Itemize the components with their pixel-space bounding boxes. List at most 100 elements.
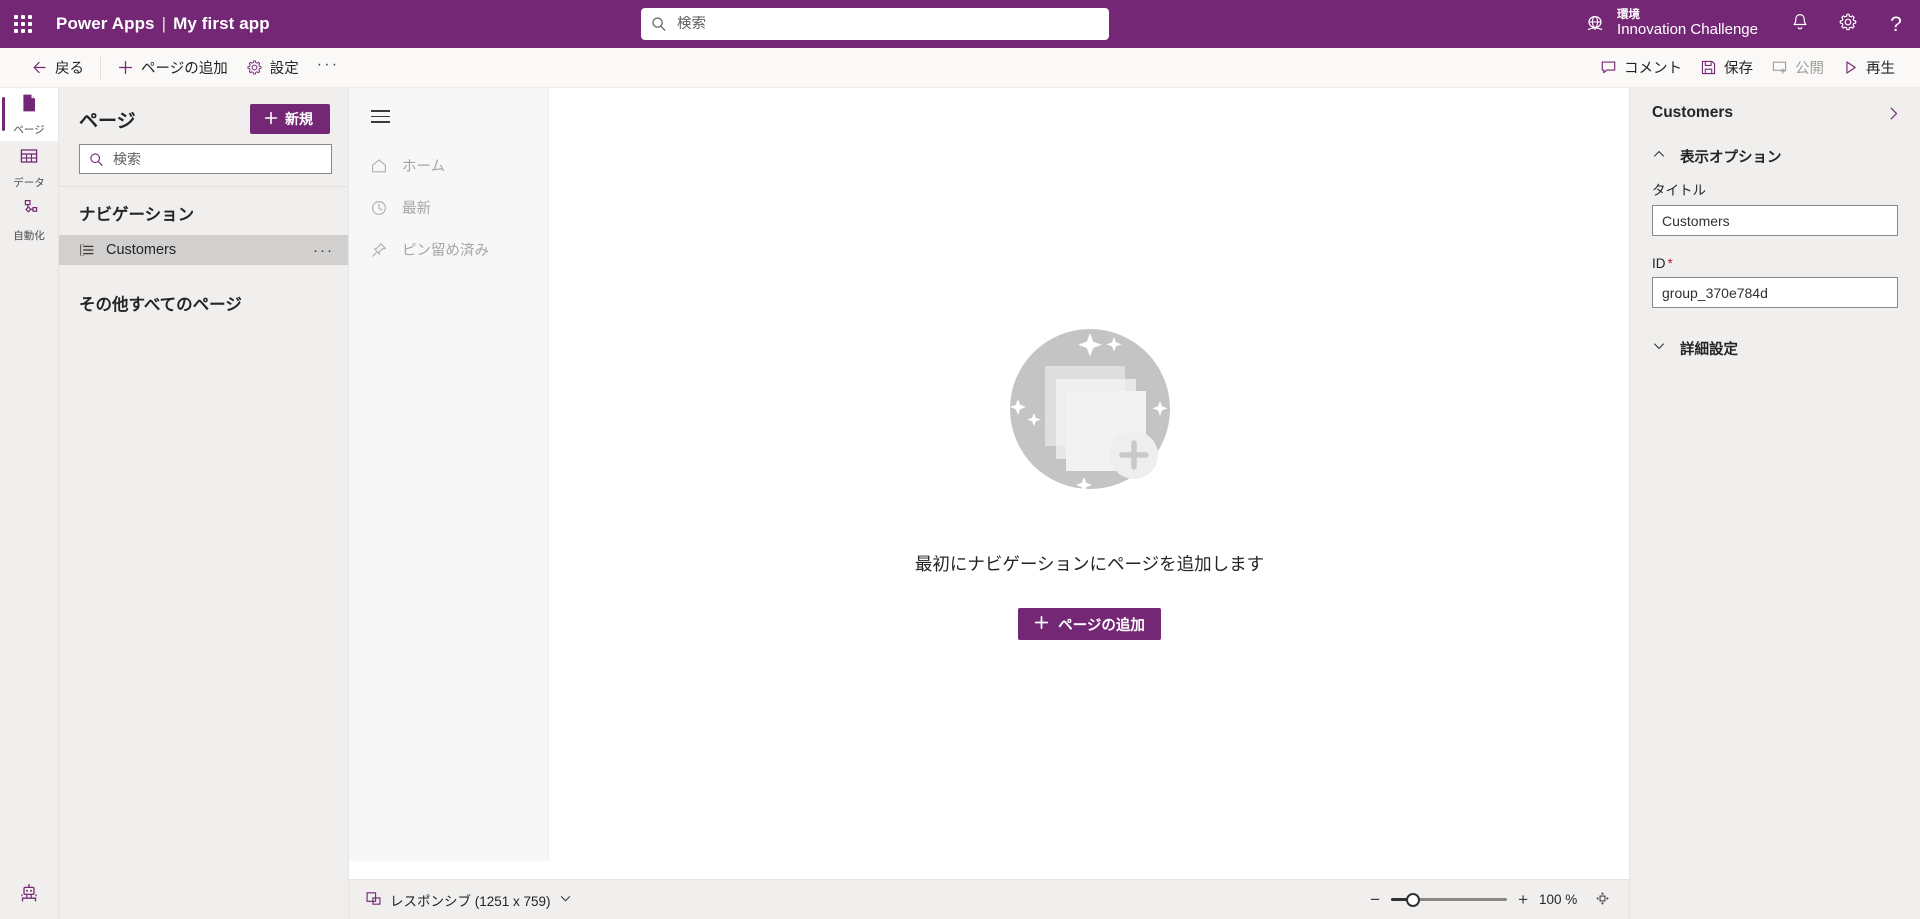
rail-item-pages[interactable]: ページ: [0, 88, 58, 141]
collapse-panel-button[interactable]: [1885, 105, 1902, 122]
screen-size-selector[interactable]: レスポンシブ (1251 x 759): [365, 890, 572, 910]
copilot-robot-icon: [17, 881, 41, 910]
pages-panel-title: ページ: [79, 110, 136, 132]
add-page-command[interactable]: ページの追加: [108, 52, 237, 84]
environment-text: 環境 Innovation Challenge: [1617, 9, 1758, 39]
new-page-button[interactable]: 新規: [250, 104, 330, 134]
plus-icon: [117, 59, 134, 76]
comment-icon: [1600, 59, 1617, 76]
back-label: 戻る: [55, 61, 84, 77]
add-page-button-label: ページの追加: [1058, 617, 1145, 634]
main-body: ページ データ 自動化 ページ 新規 検索 ナビゲーション Customers …: [0, 88, 1920, 919]
command-bar: 戻る ページの追加 設定 ··· コメント 保存 公開 再生: [0, 48, 1920, 88]
id-label-text: ID: [1652, 256, 1666, 271]
header-right-cluster: 環境 Innovation Challenge ?: [1584, 0, 1920, 48]
pin-icon: [370, 241, 388, 259]
zoom-value: 100 %: [1539, 892, 1578, 907]
canvas-host: ホーム 最新 ピン留め済み 最初にナビゲーションにページを追加します ページの追…: [349, 88, 1629, 919]
display-options-section-header[interactable]: 表示オプション: [1630, 136, 1920, 177]
environment-picker[interactable]: 環境 Innovation Challenge: [1584, 9, 1776, 39]
new-page-label: 新規: [285, 111, 313, 127]
save-label: 保存: [1724, 61, 1753, 77]
command-divider: [100, 56, 101, 79]
canvas-area: ホーム 最新 ピン留め済み 最初にナビゲーションにページを追加します ページの追…: [349, 88, 1629, 919]
properties-title: Customers: [1652, 104, 1733, 121]
home-icon: [370, 157, 388, 175]
question-mark-icon: ?: [1890, 12, 1902, 36]
global-search[interactable]: [641, 8, 1109, 40]
search-icon: [89, 152, 104, 167]
copilot-button[interactable]: [0, 871, 58, 919]
zoom-out-button[interactable]: −: [1370, 891, 1380, 908]
canvas-page-empty-state: 最初にナビゲーションにページを追加します ページの追加: [550, 88, 1629, 861]
rail-label-data: データ: [13, 177, 45, 189]
app-nav-item-recent[interactable]: 最新: [349, 187, 548, 229]
publish-icon: [1771, 59, 1788, 76]
help-button[interactable]: ?: [1872, 0, 1920, 48]
pages-search[interactable]: [79, 144, 332, 174]
rail-label-automation: 自動化: [13, 230, 45, 242]
brand-separator: |: [161, 14, 167, 33]
rail-item-data[interactable]: データ: [0, 141, 58, 194]
status-bar: レスポンシブ (1251 x 759) − + 100 %: [349, 879, 1629, 919]
app-nav-label: ピン留め済み: [402, 243, 489, 260]
zoom-slider[interactable]: [1391, 892, 1508, 908]
play-button[interactable]: 再生: [1833, 52, 1904, 84]
arrow-left-icon: [31, 59, 48, 76]
title-input[interactable]: [1652, 205, 1898, 236]
power-apps-designer: Power Apps | My first app 検索 環境 Innovati…: [0, 0, 1920, 919]
back-button[interactable]: 戻る: [22, 52, 93, 84]
settings-label: 設定: [269, 61, 299, 77]
zoom-slider-thumb[interactable]: [1406, 892, 1421, 907]
brand-title[interactable]: Power Apps | My first app: [56, 14, 270, 34]
advanced-section-header[interactable]: 詳細設定: [1630, 328, 1920, 369]
chevron-down-icon: [559, 892, 572, 908]
clock-icon: [370, 199, 388, 217]
table-icon: [18, 145, 40, 172]
id-field-group: ID *: [1630, 254, 1920, 314]
search-input[interactable]: [677, 16, 1099, 32]
title-field-label: タイトル: [1652, 183, 1706, 198]
required-asterisk: *: [1667, 256, 1673, 271]
fit-to-screen-button[interactable]: [1594, 890, 1611, 910]
nav-item-customers[interactable]: Customers ···: [59, 235, 348, 265]
properties-header: Customers: [1630, 88, 1920, 136]
comment-button[interactable]: コメント: [1591, 52, 1691, 84]
settings-command[interactable]: 設定: [237, 52, 308, 84]
pages-search-input[interactable]: [113, 151, 322, 167]
zoom-in-button[interactable]: +: [1518, 891, 1528, 908]
play-label: 再生: [1866, 61, 1895, 77]
id-field-label: ID *: [1652, 256, 1898, 271]
app-nav-item-pinned[interactable]: ピン留め済み: [349, 229, 548, 271]
settings-button[interactable]: [1824, 0, 1872, 48]
search-icon: [651, 16, 667, 32]
add-page-button[interactable]: ページの追加: [1018, 608, 1161, 640]
rail-label-pages: ページ: [13, 124, 45, 136]
page-icon: [18, 92, 40, 119]
navigation-section-title: ナビゲーション: [79, 206, 195, 224]
other-pages-title: その他すべてのページ: [79, 296, 242, 314]
chevron-up-icon: [1652, 147, 1666, 166]
environment-name: Innovation Challenge: [1617, 21, 1758, 39]
add-page-label: ページの追加: [141, 61, 228, 77]
top-brand-bar: Power Apps | My first app 検索 環境 Innovati…: [0, 0, 1920, 48]
hamburger-icon[interactable]: [349, 104, 548, 145]
rail-item-automation[interactable]: 自動化: [0, 194, 58, 247]
publish-label: 公開: [1795, 61, 1824, 77]
id-input[interactable]: [1652, 277, 1898, 308]
save-button[interactable]: 保存: [1691, 52, 1762, 84]
app-nav-item-home[interactable]: ホーム: [349, 145, 548, 187]
pages-search-wrap: [59, 144, 348, 186]
nav-item-overflow-button[interactable]: ···: [313, 243, 334, 258]
add-pages-illustration: [990, 309, 1190, 509]
app-nav-label: ホーム: [402, 159, 446, 176]
overflow-command[interactable]: ···: [308, 52, 349, 84]
zoom-controls: − + 100 %: [1370, 890, 1611, 910]
app-nav-label: 最新: [402, 201, 431, 218]
notifications-button[interactable]: [1776, 0, 1824, 48]
publish-button[interactable]: 公開: [1762, 52, 1833, 84]
app-launcher-button[interactable]: [0, 0, 46, 48]
nav-item-label: Customers: [106, 242, 177, 258]
app-name: My first app: [173, 14, 270, 33]
gear-icon: [1838, 12, 1858, 37]
